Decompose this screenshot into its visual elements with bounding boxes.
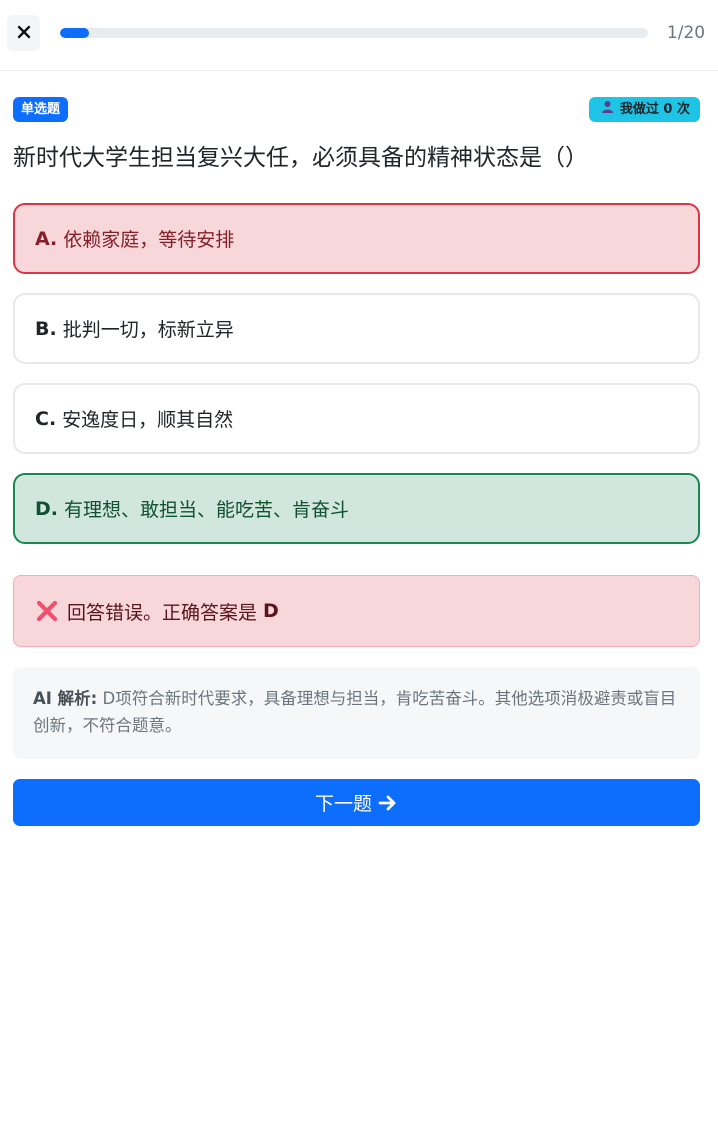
attempts-label: 我做过 0 次 (619, 102, 690, 117)
progress-bar (60, 28, 648, 38)
option-letter: B. (35, 317, 57, 340)
option-c[interactable]: C. 安逸度日，顺其自然 (13, 383, 700, 454)
close-button[interactable] (7, 15, 40, 51)
close-icon (17, 24, 31, 43)
question-text: 新时代大学生担当复兴大任，必须具备的精神状态是（） (13, 145, 588, 171)
feedback-text: 回答错误。正确答案是 (67, 601, 258, 624)
option-a[interactable]: A. 依赖家庭，等待安排 (13, 203, 700, 274)
next-button-label: 下一题 (314, 793, 372, 815)
correct-answer: D (263, 600, 279, 622)
analysis-label: AI 解析: (33, 689, 98, 708)
user-icon (601, 97, 614, 122)
cross-mark-icon (36, 600, 58, 622)
progress-fill (60, 28, 90, 38)
option-text: 安逸度日，顺其自然 (62, 409, 234, 431)
option-letter: A. (35, 227, 58, 250)
next-question-button[interactable]: 下一题 (13, 779, 700, 826)
analysis-text: D项符合新时代要求，具备理想与担当，肯吃苦奋斗。其他选项消极避责或盲目创新，不符… (33, 689, 677, 735)
option-letter: C. (35, 407, 57, 430)
option-letter: D. (35, 497, 58, 520)
option-text: 依赖家庭，等待安排 (63, 229, 235, 251)
question-counter: 1/20 (666, 23, 706, 43)
result-feedback: 回答错误。正确答案是 D (13, 575, 700, 647)
top-bar: 1/20 (0, 0, 718, 71)
option-text: 有理想、敢担当、能吃苦、肯奋斗 (64, 499, 350, 521)
ai-analysis: AI 解析: D项符合新时代要求，具备理想与担当，肯吃苦奋斗。其他选项消极避责或… (13, 667, 700, 759)
option-d[interactable]: D. 有理想、敢担当、能吃苦、肯奋斗 (13, 473, 700, 544)
question-type-badge: 单选题 (13, 97, 69, 122)
arrow-right-icon (378, 794, 398, 812)
option-b[interactable]: B. 批判一切，标新立异 (13, 293, 700, 364)
option-text: 批判一切，标新立异 (62, 319, 234, 341)
attempts-badge: 我做过 0 次 (588, 97, 700, 122)
